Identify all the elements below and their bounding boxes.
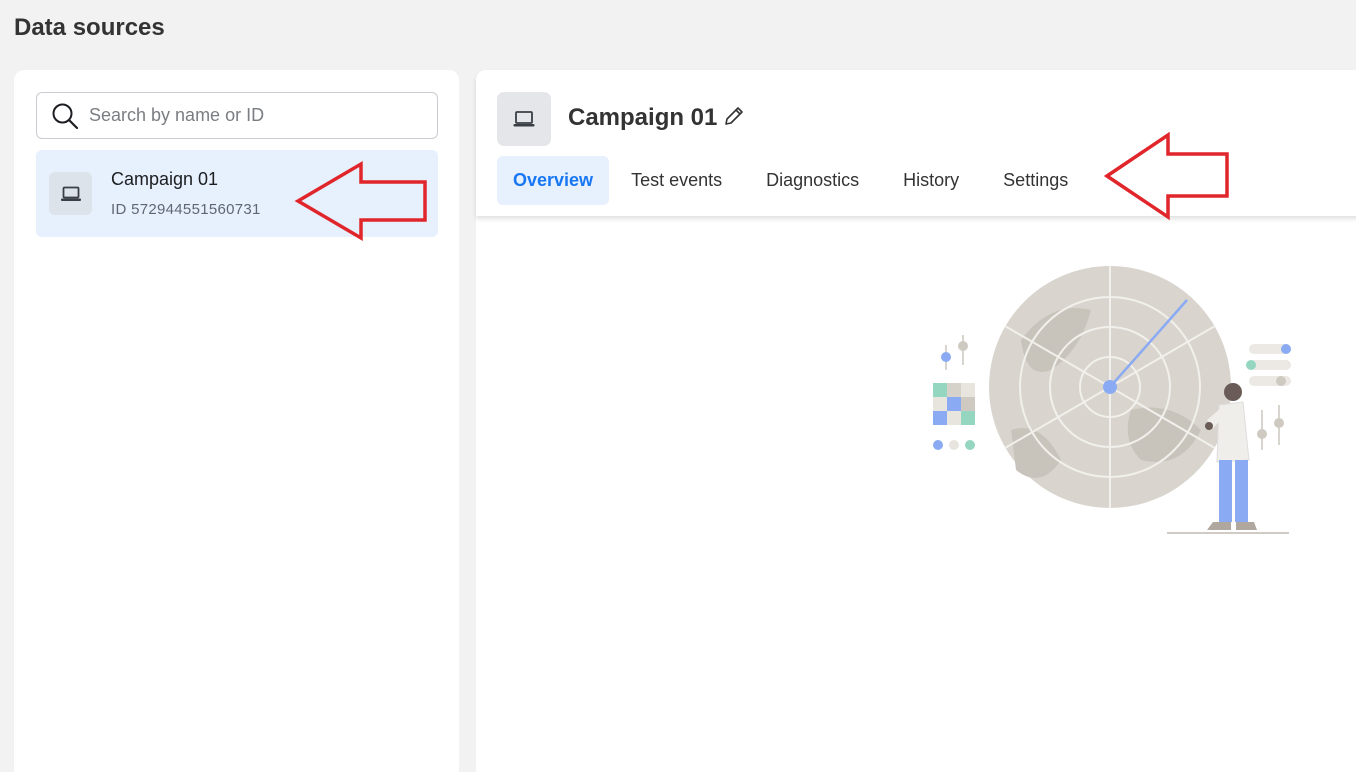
search-input[interactable] [89, 105, 409, 126]
laptop-icon [49, 172, 92, 215]
detail-header: Campaign 01 Overview Test events Diagnos… [476, 70, 1356, 216]
source-list-item-campaign-01[interactable]: Campaign 01 ID 572944551560731 [36, 150, 438, 237]
page-title: Data sources [14, 14, 165, 41]
tab-bar: Overview Test events Diagnostics History… [497, 156, 1090, 205]
radar [989, 266, 1231, 508]
detail-title: Campaign 01 [568, 104, 718, 131]
decorative-toggles [1246, 344, 1291, 450]
tab-diagnostics[interactable]: Diagnostics [744, 156, 881, 205]
sources-panel: Campaign 01 ID 572944551560731 [14, 70, 459, 772]
radar-illustration [933, 266, 1291, 534]
tab-settings[interactable]: Settings [981, 156, 1090, 205]
search-icon [52, 103, 79, 129]
source-id: ID 572944551560731 [111, 201, 261, 218]
tab-overview[interactable]: Overview [497, 156, 610, 205]
source-name: Campaign 01 [111, 169, 219, 189]
search-box[interactable] [36, 92, 438, 139]
tab-test-events[interactable]: Test events [609, 156, 744, 205]
tab-history[interactable]: History [881, 156, 981, 205]
pencil-icon[interactable] [722, 104, 746, 128]
decorative-sliders [941, 335, 968, 370]
laptop-icon [497, 92, 551, 146]
decorative-grid [933, 383, 975, 450]
detail-panel: Campaign 01 Overview Test events Diagnos… [476, 70, 1356, 772]
